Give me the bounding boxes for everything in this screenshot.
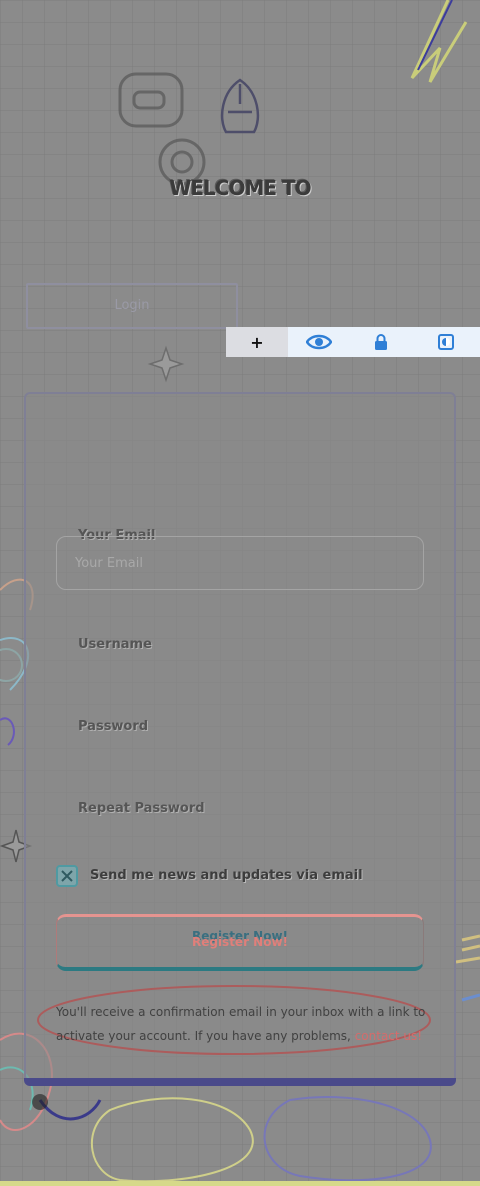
repeat-password-field[interactable]: Repeat Password	[78, 801, 205, 816]
plus-icon: +	[250, 332, 264, 352]
confirmation-notice: You'll receive a confirmation email in y…	[56, 1000, 428, 1048]
contrast-icon	[438, 334, 454, 350]
lock-icon	[375, 334, 387, 350]
newsletter-checkbox[interactable]	[56, 865, 78, 887]
add-button[interactable]: +	[226, 327, 288, 357]
eye-icon	[306, 334, 332, 350]
visibility-button[interactable]	[288, 327, 350, 357]
check-icon	[61, 870, 73, 882]
card-shadow	[24, 1078, 456, 1086]
contact-link[interactable]: contact us!	[355, 1029, 422, 1043]
bottom-strip	[0, 1181, 480, 1186]
email-input[interactable]	[56, 536, 424, 590]
register-button[interactable]: Register Now!	[56, 914, 424, 971]
username-field[interactable]: Username	[78, 637, 152, 652]
login-tab[interactable]: Login	[26, 283, 238, 329]
accessibility-toolbar: +	[226, 327, 480, 357]
password-field[interactable]: Password	[78, 719, 148, 734]
lock-button[interactable]	[350, 327, 412, 357]
newsletter-label: Send me news and updates via email	[90, 868, 363, 883]
welcome-heading: WELCOME TO	[169, 176, 311, 200]
contrast-button[interactable]	[412, 327, 480, 357]
register-card	[24, 392, 456, 1084]
